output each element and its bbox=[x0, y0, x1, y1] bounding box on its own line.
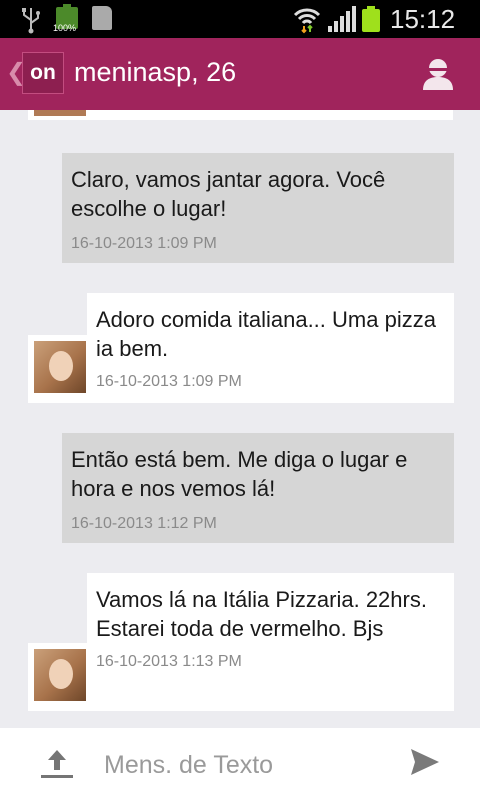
signal-icon bbox=[328, 6, 356, 32]
app-logo[interactable]: on bbox=[22, 52, 64, 94]
clock: 15:12 bbox=[390, 4, 456, 34]
message-timestamp: 16-10-2013 1:13 PM bbox=[96, 653, 242, 670]
send-icon[interactable] bbox=[410, 747, 440, 777]
message-list[interactable]: Claro, vamos jantar agora. Você escolhe … bbox=[0, 110, 480, 728]
sim-card-icon bbox=[92, 6, 112, 30]
message-sent[interactable]: Então está bem. Me diga o lugar e hora e… bbox=[62, 433, 454, 543]
message-timestamp: 16-10-2013 1:09 PM bbox=[96, 373, 242, 390]
message-received[interactable]: Vamos lá na Itália Pizzaria. 22hrs. Esta… bbox=[87, 573, 454, 711]
message-received[interactable]: Adoro comida italiana... Uma pizza ia be… bbox=[87, 293, 454, 403]
message-text: Então está bem. Me diga o lugar e hora e… bbox=[71, 447, 408, 501]
status-bar: 100% 15:12 bbox=[0, 0, 480, 38]
message-text: Vamos lá na Itália Pizzaria. 22hrs. Esta… bbox=[96, 587, 427, 641]
message-sent[interactable]: Claro, vamos jantar agora. Você escolhe … bbox=[62, 153, 454, 263]
avatar[interactable] bbox=[34, 341, 86, 393]
message-timestamp: 16-10-2013 1:09 PM bbox=[71, 235, 217, 252]
battery-percent: 100% bbox=[53, 23, 77, 33]
avatar-container bbox=[28, 643, 88, 711]
compose-bar bbox=[0, 728, 480, 800]
message-timestamp: 16-10-2013 1:12 PM bbox=[71, 515, 217, 532]
message-input[interactable] bbox=[104, 748, 394, 782]
previous-message-stub bbox=[28, 110, 453, 120]
wifi-icon bbox=[293, 8, 321, 34]
avatar-container bbox=[28, 335, 88, 403]
avatar bbox=[34, 110, 86, 116]
message-text: Adoro comida italiana... Uma pizza ia be… bbox=[96, 307, 436, 361]
profile-icon[interactable] bbox=[420, 56, 456, 92]
message-text: Claro, vamos jantar agora. Você escolhe … bbox=[71, 167, 386, 221]
battery-icon bbox=[362, 6, 380, 32]
avatar[interactable] bbox=[34, 649, 86, 701]
chat-title: meninasp, 26 bbox=[74, 57, 237, 87]
upload-icon[interactable] bbox=[40, 746, 74, 780]
app-header: ❮ on meninasp, 26 bbox=[0, 38, 480, 110]
usb-icon bbox=[22, 8, 40, 34]
